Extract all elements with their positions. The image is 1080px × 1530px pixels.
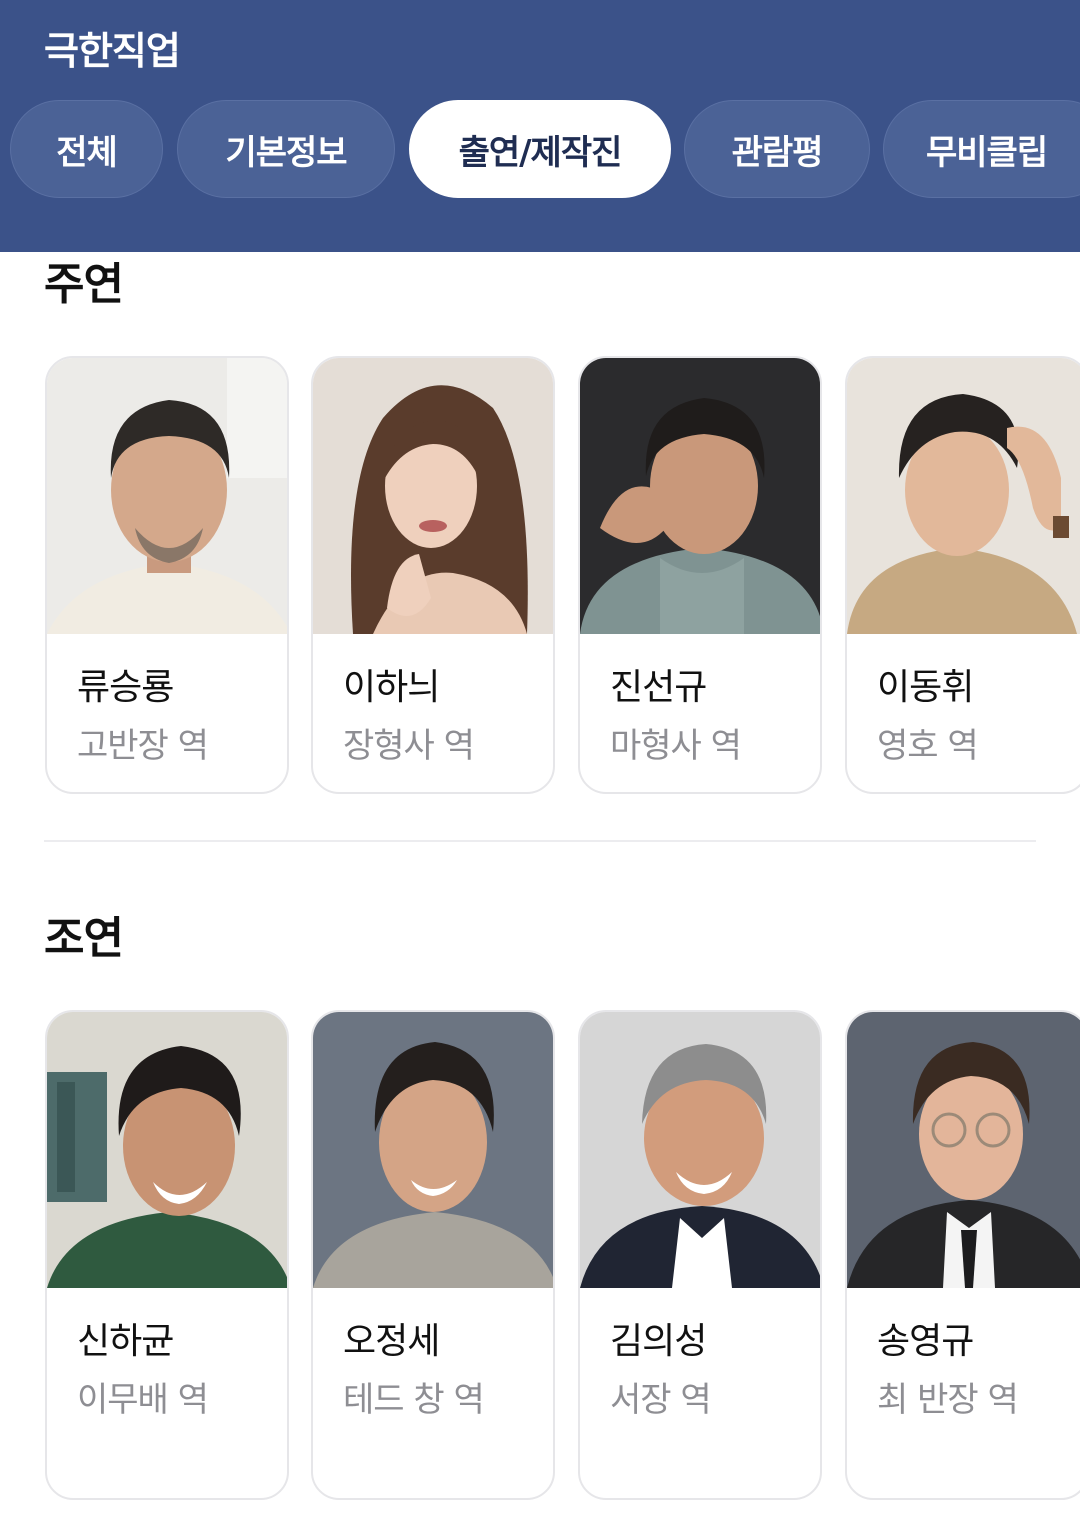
actor-name: 오정세 bbox=[343, 1321, 440, 1362]
actor-photo bbox=[47, 358, 287, 634]
actor-name: 신하균 bbox=[77, 1321, 174, 1362]
tab-movie-clips[interactable]: 무비클립 bbox=[883, 100, 1080, 198]
app-header: 극한직업 전체 기본정보 출연/제작진 관람평 무비클립 bbox=[0, 0, 1080, 252]
actor-photo bbox=[313, 358, 553, 634]
actor-photo bbox=[580, 1012, 820, 1288]
actor-name: 김의성 bbox=[610, 1321, 707, 1362]
cast-card[interactable]: 송영규 최 반장 역 bbox=[845, 1010, 1080, 1500]
actor-name: 송영규 bbox=[877, 1321, 974, 1362]
tab-bar: 전체 기본정보 출연/제작진 관람평 무비클립 bbox=[0, 100, 1080, 200]
tab-basic-info[interactable]: 기본정보 bbox=[177, 100, 395, 198]
cast-card[interactable]: 신하균 이무배 역 bbox=[45, 1010, 289, 1500]
tab-cast-crew[interactable]: 출연/제작진 bbox=[409, 100, 671, 198]
actor-role: 장형사 역 bbox=[343, 726, 475, 766]
actor-role: 최 반장 역 bbox=[877, 1380, 1019, 1420]
actor-name: 이하늬 bbox=[343, 667, 440, 708]
cast-card[interactable]: 김의성 서장 역 bbox=[578, 1010, 822, 1500]
actor-photo bbox=[847, 1012, 1080, 1288]
cast-card[interactable]: 오정세 테드 창 역 bbox=[311, 1010, 555, 1500]
cast-card[interactable]: 이하늬 장형사 역 bbox=[311, 356, 555, 794]
actor-name: 류승룡 bbox=[77, 667, 174, 708]
actor-photo bbox=[313, 1012, 553, 1288]
actor-photo bbox=[847, 358, 1080, 634]
actor-role: 이무배 역 bbox=[77, 1380, 209, 1420]
actor-photo bbox=[580, 358, 820, 634]
tab-reviews[interactable]: 관람평 bbox=[684, 100, 870, 198]
actor-role: 고반장 역 bbox=[77, 726, 209, 766]
actor-name: 이동휘 bbox=[877, 667, 974, 708]
supporting-cast-row: 신하균 이무배 역 오정세 테드 창 역 김의성 서장 역 송영규 최 반장 역 bbox=[0, 1010, 1080, 1530]
actor-role: 영호 역 bbox=[877, 726, 979, 766]
actor-role: 테드 창 역 bbox=[343, 1380, 485, 1420]
actor-role: 서장 역 bbox=[610, 1380, 712, 1420]
cast-card[interactable]: 류승룡 고반장 역 bbox=[45, 356, 289, 794]
section-divider bbox=[44, 840, 1036, 842]
actor-photo bbox=[47, 1012, 287, 1288]
lead-cast-row: 류승룡 고반장 역 이하늬 장형사 역 진선규 마형사 역 이동휘 영호 역 bbox=[0, 356, 1080, 816]
actor-name: 진선규 bbox=[610, 667, 707, 708]
actor-role: 마형사 역 bbox=[610, 726, 742, 766]
cast-card[interactable]: 이동휘 영호 역 bbox=[845, 356, 1080, 794]
cast-card[interactable]: 진선규 마형사 역 bbox=[578, 356, 822, 794]
section-title-lead: 주연 bbox=[44, 259, 124, 310]
section-title-supporting: 조연 bbox=[44, 913, 124, 964]
movie-title: 극한직업 bbox=[44, 29, 181, 73]
tab-all[interactable]: 전체 bbox=[10, 100, 163, 198]
